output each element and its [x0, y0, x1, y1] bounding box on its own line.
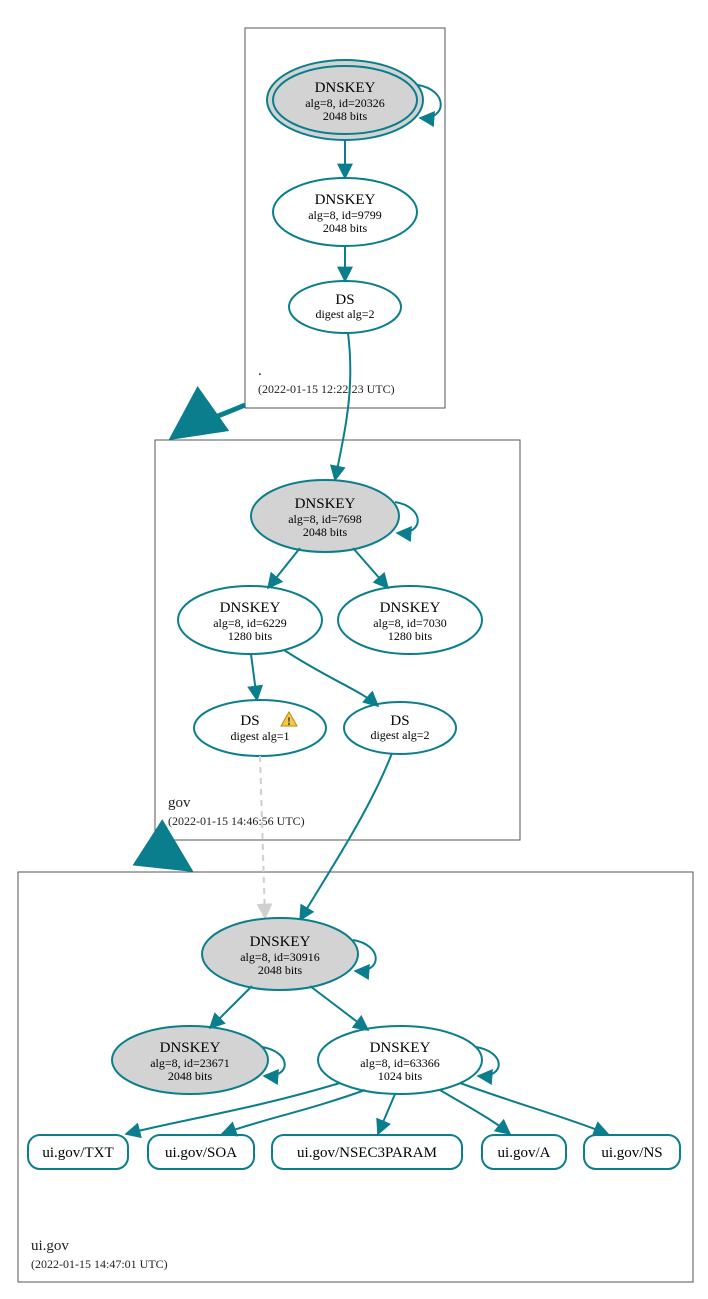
ui-ksk2-bits: 2048 bits	[168, 1069, 213, 1083]
edge-govksk-zsk2	[353, 548, 388, 588]
edge-govzsk1-ds2	[284, 650, 378, 706]
node-gov-ksk: DNSKEY alg=8, id=7698 2048 bits	[251, 480, 399, 552]
gov-zsk2-alg: alg=8, id=7030	[373, 616, 447, 630]
edge-govds1-uiksk	[260, 756, 265, 918]
rr-a: ui.gov/A	[482, 1135, 566, 1169]
zone-root-ts: (2022-01-15 12:22:23 UTC)	[258, 382, 395, 396]
node-gov-ds1: DS digest alg=1 !	[194, 700, 326, 756]
node-root-ds: DS digest alg=2	[289, 281, 401, 333]
edge-delegation-gov-ui	[165, 837, 189, 869]
rr-ns: ui.gov/NS	[584, 1135, 680, 1169]
zone-uigov-ts: (2022-01-15 14:47:01 UTC)	[31, 1257, 168, 1271]
node-gov-zsk1: DNSKEY alg=8, id=6229 1280 bits	[178, 586, 322, 654]
root-ksk-alg: alg=8, id=20326	[305, 96, 385, 110]
node-root-zsk: DNSKEY alg=8, id=9799 2048 bits	[273, 178, 417, 246]
gov-ds2-alg: digest alg=2	[370, 728, 429, 742]
root-zsk-bits: 2048 bits	[323, 221, 368, 235]
ui-zsk-alg: alg=8, id=63366	[360, 1056, 440, 1070]
zone-gov-ts: (2022-01-15 14:46:56 UTC)	[168, 814, 305, 828]
root-zsk-alg: alg=8, id=9799	[308, 208, 382, 222]
node-root-ksk: DNSKEY alg=8, id=20326 2048 bits	[267, 60, 423, 140]
zone-gov: gov (2022-01-15 14:46:56 UTC) DNSKEY alg…	[155, 333, 520, 840]
rr-soa-label: ui.gov/SOA	[165, 1145, 237, 1161]
edge-zsk-nsec	[378, 1094, 395, 1134]
rr-soa: ui.gov/SOA	[148, 1135, 254, 1169]
rr-txt-label: ui.gov/TXT	[42, 1145, 113, 1161]
ui-ksk-bits: 2048 bits	[258, 963, 303, 977]
gov-zsk1-bits: 1280 bits	[228, 629, 273, 643]
ui-ksk-title: DNSKEY	[250, 934, 311, 950]
rr-nsec: ui.gov/NSEC3PARAM	[272, 1135, 462, 1169]
gov-ksk-bits: 2048 bits	[303, 525, 348, 539]
root-ds-title: DS	[335, 292, 354, 308]
gov-zsk2-title: DNSKEY	[380, 600, 441, 616]
edge-uiksk-zsk	[310, 986, 368, 1030]
rr-txt: ui.gov/TXT	[28, 1135, 128, 1169]
edge-govzsk1-ds1	[251, 654, 257, 700]
node-gov-ds2: DS digest alg=2	[344, 702, 456, 754]
zone-uigov-name: ui.gov	[31, 1238, 69, 1254]
edge-zsk-ns	[460, 1083, 608, 1134]
ui-ksk-alg: alg=8, id=30916	[240, 950, 320, 964]
gov-ds2-title: DS	[390, 713, 409, 729]
edge-delegation-root-gov	[173, 405, 245, 437]
node-ui-zsk: DNSKEY alg=8, id=63366 1024 bits	[318, 1026, 482, 1094]
root-ds-alg: digest alg=2	[315, 307, 374, 321]
gov-ksk-alg: alg=8, id=7698	[288, 512, 362, 526]
zone-root: . (2022-01-15 12:22:23 UTC) DNSKEY alg=8…	[245, 28, 445, 408]
edge-rootds-govksk	[335, 333, 350, 480]
zone-uigov: ui.gov (2022-01-15 14:47:01 UTC) DNSKEY …	[18, 753, 693, 1282]
ui-zsk-bits: 1024 bits	[378, 1069, 423, 1083]
root-ksk-title: DNSKEY	[315, 80, 376, 96]
gov-ksk-title: DNSKEY	[295, 496, 356, 512]
gov-zsk1-alg: alg=8, id=6229	[213, 616, 287, 630]
ui-zsk-title: DNSKEY	[370, 1040, 431, 1056]
node-ui-ksk2: DNSKEY alg=8, id=23671 2048 bits	[112, 1026, 268, 1094]
svg-text:!: !	[287, 714, 291, 728]
ui-ksk2-alg: alg=8, id=23671	[150, 1056, 230, 1070]
rr-ns-label: ui.gov/NS	[601, 1145, 662, 1161]
ui-ksk2-title: DNSKEY	[160, 1040, 221, 1056]
rr-nsec-label: ui.gov/NSEC3PARAM	[297, 1145, 437, 1161]
root-zsk-title: DNSKEY	[315, 192, 376, 208]
gov-ds1-title: DS	[240, 713, 259, 729]
gov-ds1-alg: digest alg=1	[230, 729, 289, 743]
edge-uiksk-ksk2	[210, 986, 252, 1028]
edge-govds2-uiksk	[300, 753, 392, 920]
gov-zsk1-title: DNSKEY	[220, 600, 281, 616]
gov-zsk2-bits: 1280 bits	[388, 629, 433, 643]
root-ksk-bits: 2048 bits	[323, 109, 368, 123]
edge-govksk-zsk1	[268, 548, 300, 588]
zone-root-name: .	[258, 363, 262, 379]
node-gov-zsk2: DNSKEY alg=8, id=7030 1280 bits	[338, 586, 482, 654]
rr-a-label: ui.gov/A	[498, 1145, 551, 1161]
zone-gov-name: gov	[168, 795, 191, 811]
node-ui-ksk: DNSKEY alg=8, id=30916 2048 bits	[202, 918, 358, 990]
